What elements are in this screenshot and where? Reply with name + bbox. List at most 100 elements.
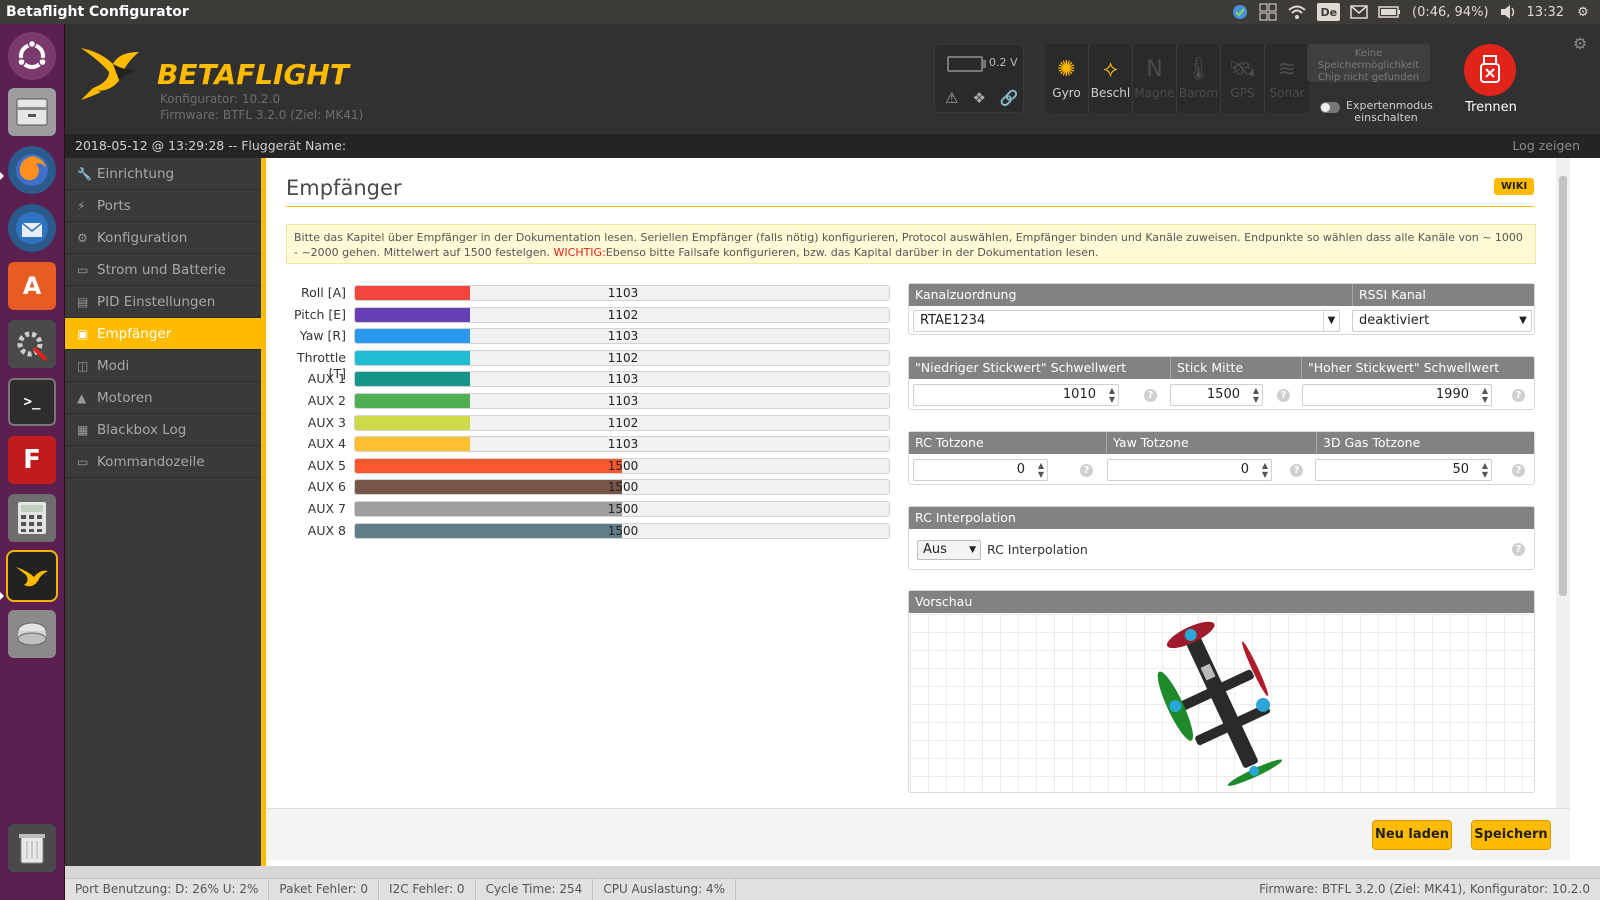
terminal-icon[interactable]: >_ bbox=[8, 378, 56, 426]
unity-launcher: A >_ F bbox=[0, 24, 65, 900]
battery-indicator-icon[interactable] bbox=[1378, 3, 1402, 21]
port-usage: Port Benutzung: D: 26% U: 2% bbox=[65, 879, 270, 900]
stick-thresholds-panel: "Niedriger Stickwert" Schwellwert Stick M… bbox=[908, 356, 1535, 410]
help-icon[interactable]: ? bbox=[1080, 464, 1093, 477]
rc-interpolation-select[interactable]: Aus ▼ bbox=[917, 540, 981, 560]
firmware-version: Firmware: BTFL 3.2.0 (Ziel: MK41) bbox=[160, 108, 364, 122]
channel-meter: 1103 bbox=[354, 436, 890, 453]
show-log-link[interactable]: Log zeigen bbox=[1512, 134, 1580, 158]
stick-high-input[interactable]: 1990 ▲ ▼ bbox=[1302, 384, 1492, 406]
workspaces-icon[interactable] bbox=[1259, 3, 1277, 21]
tab-power[interactable]: ▭ Strom und Batterie bbox=[65, 254, 261, 286]
software-center-icon[interactable]: A bbox=[8, 262, 56, 310]
settings-gear-icon[interactable]: ⚙ bbox=[1573, 34, 1587, 53]
tab-blackbox[interactable]: ▦ Blackbox Log bbox=[65, 414, 261, 446]
betaflight-logo-icon bbox=[81, 48, 139, 100]
spinner-icon[interactable]: ▲ ▼ bbox=[1482, 386, 1488, 404]
modes-icon: ◫ bbox=[77, 358, 89, 373]
channel-bar-row: AUX 4 1103 bbox=[286, 436, 894, 453]
rssi-channel-select[interactable]: deaktiviert ▼ bbox=[1352, 310, 1532, 332]
tab-setup[interactable]: 🔧 Einrichtung bbox=[65, 158, 261, 190]
spinner-icon[interactable]: ▲ ▼ bbox=[1253, 386, 1259, 404]
betaflight-window: BETAFLIGHT Konfigurator: 10.2.0 Firmware… bbox=[65, 24, 1600, 900]
channel-meter: 1500 bbox=[354, 522, 890, 539]
save-button[interactable]: Speichern bbox=[1471, 820, 1551, 850]
sensor-sonar: ≋ Sonar bbox=[1265, 44, 1309, 113]
tab-cli[interactable]: ▭ Kommandozeile bbox=[65, 446, 261, 478]
expert-mode-toggle[interactable] bbox=[1320, 102, 1340, 113]
firmware-info: Firmware: BTFL 3.2.0 (Ziel: MK41), Konfi… bbox=[1259, 882, 1590, 896]
filezilla-icon[interactable]: F bbox=[8, 436, 56, 484]
help-icon[interactable]: ? bbox=[1512, 389, 1525, 402]
help-icon[interactable]: ? bbox=[1290, 464, 1303, 477]
system-gear-icon[interactable]: ⚙ bbox=[1574, 3, 1592, 21]
disconnect-button[interactable] bbox=[1464, 44, 1516, 96]
stick-center-input[interactable]: 1500 ▲ ▼ bbox=[1170, 384, 1263, 406]
battery-status: (0:46, 94%) bbox=[1412, 4, 1489, 20]
blackbox-icon: ▦ bbox=[77, 422, 89, 437]
channel-label: AUX 3 bbox=[307, 414, 346, 430]
thunderbird-icon[interactable] bbox=[8, 204, 56, 252]
update-icon[interactable] bbox=[1231, 3, 1249, 21]
content-toolbar: Neu laden Speichern bbox=[266, 808, 1570, 860]
betaflight-launcher-icon[interactable] bbox=[6, 550, 58, 602]
refresh-button[interactable]: Neu laden bbox=[1372, 820, 1452, 850]
rc-deadband-input[interactable]: 0 ▲ ▼ bbox=[913, 459, 1048, 481]
flash-storage-button[interactable]: Keine Speichermöglichkeit Chip nicht gef… bbox=[1307, 44, 1430, 83]
channel-label: AUX 6 bbox=[307, 479, 346, 495]
channel-map-panel: Kanalzuordnung RSSI Kanal RTAE1234 ▼ deakt… bbox=[908, 283, 1535, 335]
spinner-icon[interactable]: ▲ ▼ bbox=[1262, 461, 1268, 479]
files-icon[interactable] bbox=[8, 88, 56, 136]
tab-pid-tuning[interactable]: ▤ PID Einstellungen bbox=[65, 286, 261, 318]
ubuntu-dash-icon[interactable] bbox=[8, 32, 56, 80]
wiki-button[interactable]: WIKI bbox=[1494, 178, 1535, 195]
content-scrollbar[interactable] bbox=[1556, 158, 1570, 808]
keyboard-layout-indicator[interactable]: De bbox=[1317, 3, 1341, 21]
spinner-icon[interactable]: ▲ ▼ bbox=[1109, 386, 1115, 404]
wifi-icon[interactable] bbox=[1287, 3, 1307, 21]
help-icon[interactable]: ? bbox=[1512, 464, 1525, 477]
preview-canvas bbox=[910, 614, 1534, 792]
channel-meter: 1103 bbox=[354, 285, 890, 301]
scrollbar-thumb[interactable] bbox=[1559, 176, 1567, 596]
tab-ports[interactable]: ⚡ Ports bbox=[65, 190, 261, 222]
tab-motors[interactable]: ▲ Motoren bbox=[65, 382, 261, 414]
window-title: Betaflight Configurator bbox=[6, 4, 189, 20]
clock[interactable]: 13:32 bbox=[1527, 5, 1564, 20]
channel-bar-row: AUX 6 1500 bbox=[286, 479, 894, 496]
channel-map-input[interactable]: RTAE1234 ▼ bbox=[913, 310, 1340, 332]
spinner-icon[interactable]: ▲ ▼ bbox=[1482, 461, 1488, 479]
page-title: Empfänger bbox=[286, 176, 402, 200]
link-icon: 🔗 bbox=[999, 89, 1019, 107]
channel-meter: 1500 bbox=[354, 479, 890, 496]
channel-bar-row: AUX 7 1500 bbox=[286, 501, 894, 517]
receiver-tab-content: Empfänger WIKI Bitte das Kapitel über Em… bbox=[261, 158, 1600, 866]
3d-throttle-deadband-input[interactable]: 50 ▲ ▼ bbox=[1315, 459, 1492, 481]
chevron-down-icon: ▼ bbox=[1323, 311, 1339, 331]
stick-low-input[interactable]: 1010 ▲ ▼ bbox=[913, 384, 1119, 406]
channel-bar-row: Yaw [R] 1103 bbox=[286, 328, 894, 345]
help-icon[interactable]: ? bbox=[1512, 543, 1525, 556]
cpu-load: CPU Auslastung: 4% bbox=[593, 879, 736, 900]
tab-receiver[interactable]: ▣ Empfänger bbox=[65, 318, 261, 350]
trash-icon[interactable] bbox=[8, 824, 56, 872]
help-icon[interactable]: ? bbox=[1144, 389, 1157, 402]
help-icon[interactable]: ? bbox=[1277, 389, 1290, 402]
system-settings-icon[interactable] bbox=[8, 320, 56, 368]
spinner-icon[interactable]: ▲ ▼ bbox=[1038, 461, 1044, 479]
channel-label: AUX 1 bbox=[307, 371, 346, 387]
rc-interpolation-header: RC Interpolation bbox=[915, 510, 1016, 525]
channel-value: 1500 bbox=[607, 502, 639, 516]
configurator-version: Konfigurator: 10.2.0 bbox=[160, 92, 281, 106]
channel-meter: 1103 bbox=[354, 328, 890, 345]
disks-icon[interactable] bbox=[8, 610, 56, 658]
firefox-icon[interactable] bbox=[8, 146, 56, 194]
channel-bar-row: AUX 3 1102 bbox=[286, 414, 894, 431]
yaw-deadband-input[interactable]: 0 ▲ ▼ bbox=[1107, 459, 1272, 481]
tab-configuration[interactable]: ⚙ Konfiguration bbox=[65, 222, 261, 254]
mail-icon[interactable] bbox=[1350, 3, 1368, 21]
calculator-icon[interactable] bbox=[8, 494, 56, 542]
volume-icon[interactable] bbox=[1499, 3, 1517, 21]
tab-modes[interactable]: ◫ Modi bbox=[65, 350, 261, 382]
app-header: BETAFLIGHT Konfigurator: 10.2.0 Firmware… bbox=[65, 24, 1600, 134]
